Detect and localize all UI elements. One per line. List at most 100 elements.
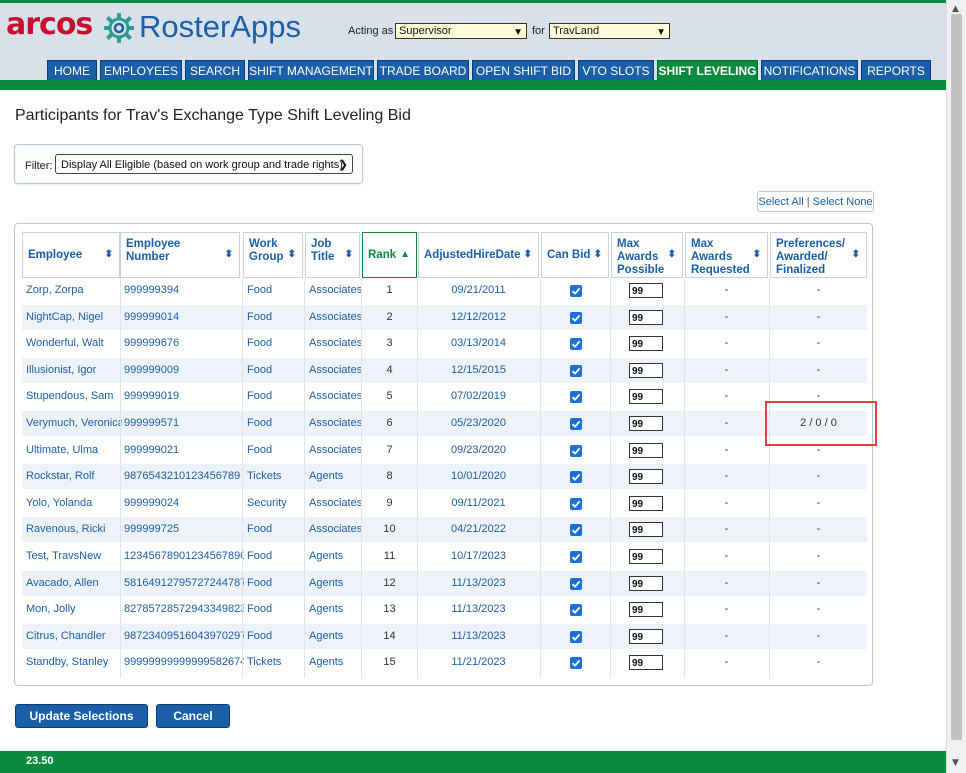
filter-label: Filter: — [25, 160, 53, 172]
employee-name-link[interactable]: Mon, Jolly — [26, 597, 122, 622]
col-header-preferences[interactable]: Preferences/Awarded/Finalized ⬍ — [770, 232, 867, 278]
can-bid-checkbox[interactable] — [570, 604, 582, 617]
can-bid-checkbox[interactable] — [570, 657, 582, 670]
max-awards-possible-input[interactable]: 99 — [629, 549, 663, 564]
job-title: Associates — [309, 337, 363, 350]
rank-value: 2 — [386, 310, 393, 323]
nav-employees[interactable]: EMPLOYEES — [100, 60, 182, 81]
employee-name-link[interactable]: Verymuch, Veronica — [26, 411, 122, 436]
max-awards-possible-input[interactable]: 99 — [629, 309, 663, 325]
chevron-down-icon: ❯ — [338, 159, 348, 171]
employee-name-link[interactable]: Wonderful, Walt — [26, 331, 122, 356]
employee-name-link[interactable]: NightCap, Nigel — [26, 305, 122, 330]
max-awards-possible-input[interactable]: 99 — [629, 602, 663, 618]
col-header-can-bid[interactable]: Can Bid ⬍ — [541, 232, 609, 278]
nav-shift-management[interactable]: SHIFT MANAGEMENT — [248, 60, 374, 81]
employee-name-link[interactable]: Rockstar, Rolf — [26, 464, 122, 489]
employee-name-link[interactable]: Ravenous, Ricki — [26, 517, 122, 542]
can-bid-checkbox[interactable] — [570, 551, 582, 563]
nav-shift-leveling[interactable]: SHIFT LEVELING — [657, 60, 758, 81]
select-none-link[interactable]: Select None — [813, 196, 873, 208]
can-bid-checkbox[interactable] — [570, 577, 582, 590]
can-bid-checkbox[interactable] — [570, 338, 582, 351]
select-all-link[interactable]: Select All — [758, 196, 803, 208]
employee-name-link[interactable]: Stupendous, Sam — [26, 384, 122, 409]
scroll-down-icon[interactable]: ▼ — [952, 758, 959, 768]
highlight-box — [765, 401, 877, 446]
max-awards-possible-input[interactable]: 99 — [629, 495, 663, 511]
vertical-scrollbar[interactable]: ▲ ▼ — [946, 0, 966, 773]
max-awards-requested: - — [724, 523, 729, 536]
employee-name-link[interactable]: Illusionist, Igor — [26, 358, 122, 383]
col-header-work-group[interactable]: Work Group ⬍ — [243, 232, 303, 278]
can-bid-checkbox[interactable] — [570, 364, 582, 377]
nav-search[interactable]: SEARCH — [185, 60, 245, 81]
employee-name-link[interactable]: Ultimate, Ulma — [26, 438, 122, 463]
hire-date: 12/12/2012 — [450, 310, 507, 323]
employee-name-link[interactable]: Citrus, Chandler — [26, 624, 122, 649]
col-header-employee-number[interactable]: Employee Number ⬍ — [120, 232, 240, 278]
col-header-max-awards-requested[interactable]: Max Awards Requested ⬍ — [685, 232, 768, 278]
scrollbar-thumb[interactable] — [951, 14, 962, 740]
can-bid-checkbox[interactable] — [570, 497, 582, 510]
filter-select[interactable]: Display All Eligible (based on work grou… — [55, 154, 353, 174]
rank-value: 7 — [386, 443, 393, 456]
chevron-down-icon: ▼ — [656, 27, 666, 38]
max-awards-possible-input[interactable]: 99 — [629, 336, 663, 352]
table-row: Zorp, Zorpa 999999394 Food Associates 1 09/21… — [22, 278, 867, 303]
max-awards-requested: - — [724, 443, 729, 456]
rank-value: 3 — [386, 337, 393, 350]
max-awards-possible-input[interactable]: 99 — [629, 628, 663, 644]
can-bid-checkbox[interactable] — [570, 444, 582, 457]
max-awards-possible-input[interactable]: 99 — [629, 469, 663, 485]
hire-date: 10/17/2023 — [450, 550, 507, 562]
nav-trade-board[interactable]: TRADE BOARD — [377, 60, 469, 81]
preferences-value: - — [816, 656, 821, 669]
col-header-employee[interactable]: Employee ⬍ — [22, 232, 120, 278]
update-selections-button[interactable]: Update Selections — [15, 704, 148, 728]
employee-name-link[interactable]: Avacado, Allen — [26, 571, 122, 596]
max-awards-possible-input[interactable]: 99 — [629, 655, 663, 671]
max-awards-possible-input[interactable]: 99 — [629, 389, 663, 405]
job-title: Agents — [309, 470, 344, 483]
nav-vto-slots[interactable]: VTO SLOTS — [578, 60, 654, 81]
employee-number: 999999021 — [124, 443, 180, 456]
employee-name-link[interactable]: Zorp, Zorpa — [26, 278, 122, 303]
col-header-max-awards-possible[interactable]: Max Awards Possible ⬍ — [611, 232, 683, 278]
job-title: Associates — [309, 390, 363, 403]
can-bid-checkbox[interactable] — [570, 471, 582, 484]
select-controls: Select All | Select None — [757, 191, 874, 212]
max-awards-possible-input[interactable]: 99 — [629, 522, 663, 538]
can-bid-checkbox[interactable] — [570, 391, 582, 404]
col-header-adjusted-hire-date[interactable]: AdjustedHireDate ⬍ — [418, 232, 539, 278]
col-header-job-title[interactable]: Job Title ⬍ — [305, 232, 360, 278]
employee-name-link[interactable]: Standby, Stanley — [26, 650, 122, 675]
rank-value: 11 — [383, 550, 396, 562]
max-awards-possible-input[interactable]: 99 — [629, 575, 663, 591]
max-awards-possible-input[interactable]: 99 — [629, 442, 663, 458]
hire-date: 07/02/2019 — [450, 390, 507, 403]
can-bid-checkbox[interactable] — [570, 285, 582, 297]
acting-as-select[interactable]: Supervisor ▼ — [395, 23, 527, 39]
max-awards-possible-input[interactable]: 99 — [629, 416, 663, 431]
work-group: Food — [247, 310, 273, 323]
scroll-up-icon[interactable]: ▲ — [952, 4, 959, 14]
can-bid-checkbox[interactable] — [570, 630, 582, 643]
can-bid-checkbox[interactable] — [570, 524, 582, 537]
max-awards-possible-input[interactable]: 99 — [629, 362, 663, 378]
nav-notifications[interactable]: NOTIFICATIONS — [761, 60, 858, 81]
employee-name-link[interactable]: Test, TravsNew — [26, 544, 122, 569]
version-label: 23.50 — [26, 755, 54, 767]
work-group: Food — [247, 550, 273, 562]
cancel-button[interactable]: Cancel — [156, 704, 230, 728]
can-bid-checkbox[interactable] — [570, 418, 582, 430]
nav-reports[interactable]: REPORTS — [861, 60, 931, 81]
nav-home[interactable]: HOME — [47, 60, 97, 81]
col-header-rank[interactable]: Rank ▲ — [362, 232, 417, 278]
nav-open-shift-bid[interactable]: OPEN SHIFT BID — [472, 60, 575, 81]
can-bid-checkbox[interactable] — [570, 311, 582, 324]
for-select[interactable]: TravLand ▼ — [549, 23, 670, 39]
employee-name-link[interactable]: Yolo, Yolanda — [26, 491, 122, 516]
work-group: Food — [247, 284, 273, 296]
max-awards-possible-input[interactable]: 99 — [629, 283, 663, 298]
